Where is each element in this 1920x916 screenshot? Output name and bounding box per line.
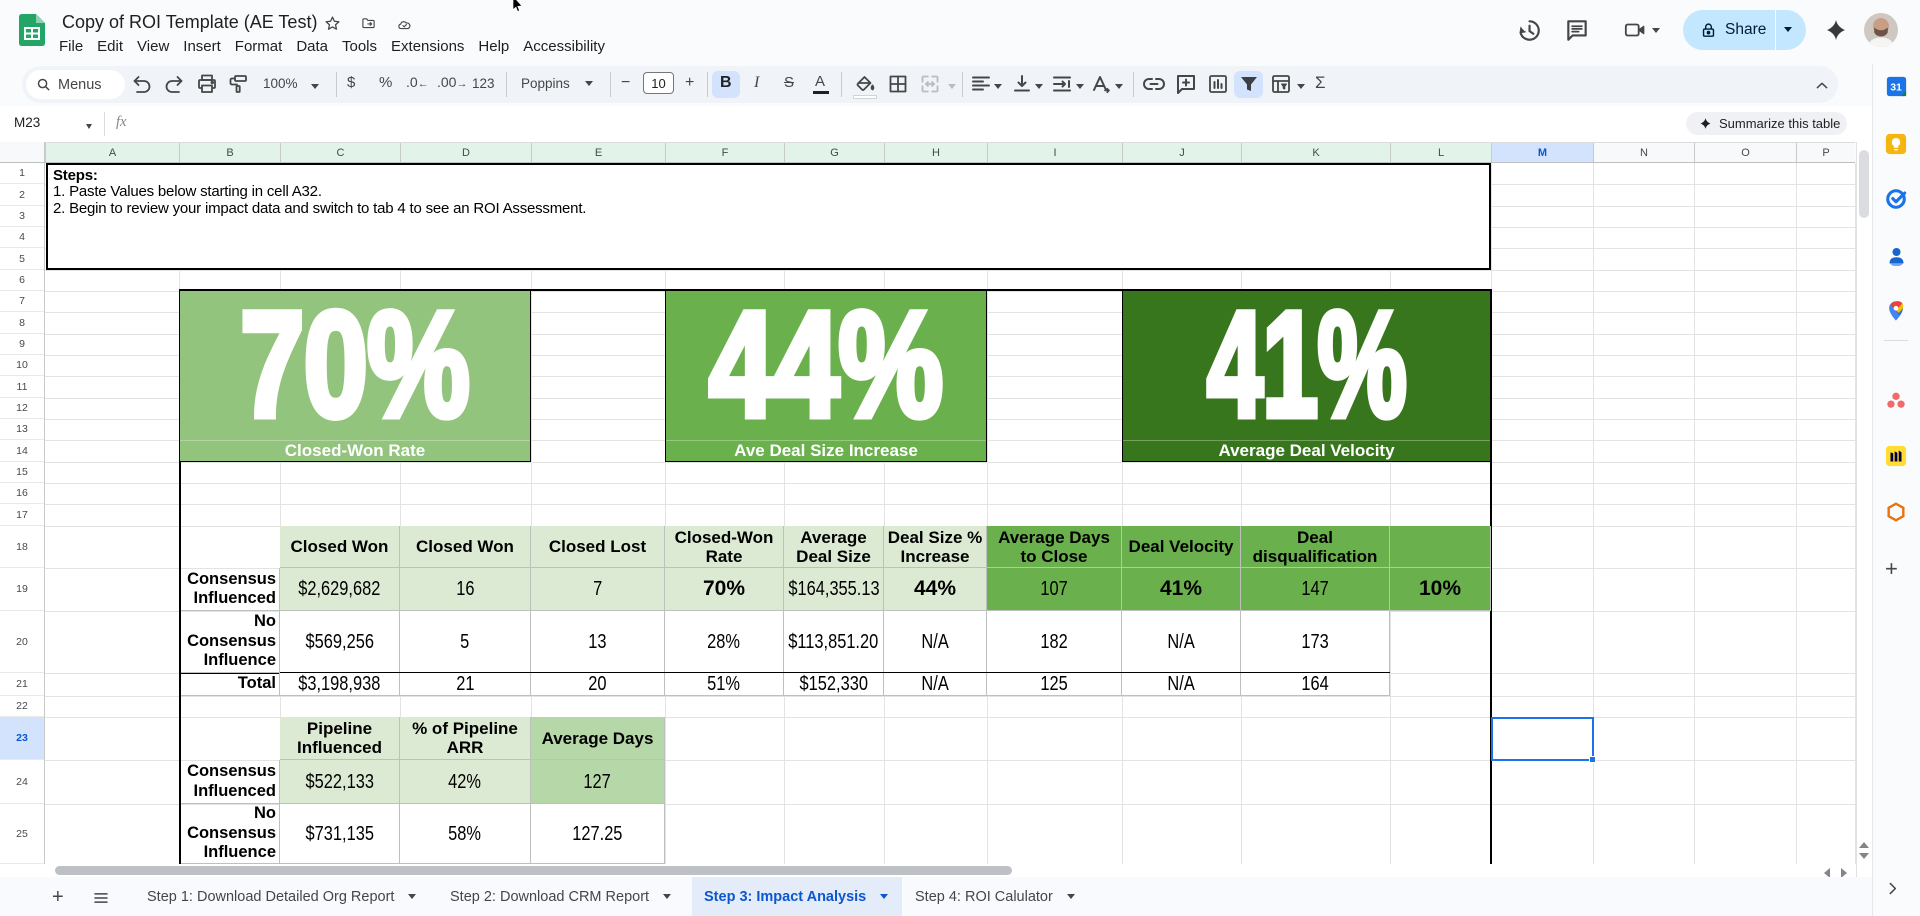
svg-text:31: 31 <box>1890 81 1902 93</box>
